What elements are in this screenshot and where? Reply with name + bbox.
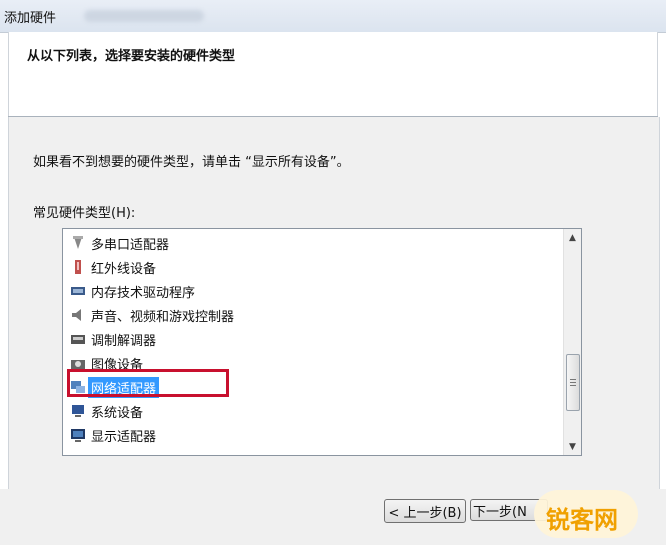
system-icon: [69, 402, 87, 420]
network-icon: [69, 378, 87, 396]
list-item-label: 调制解调器: [91, 333, 157, 349]
list-item-memory[interactable]: 内存技术驱动程序: [69, 280, 195, 302]
camera-icon: [69, 354, 87, 372]
list-item-label: 声音、视频和游戏控制器: [91, 309, 235, 325]
hardware-type-list[interactable]: 多串口适配器 红外线设备 内存技术驱动程序 声音、视频和游戏控制器 调制解调器: [62, 228, 582, 456]
scroll-up-icon[interactable]: ▲: [564, 229, 581, 246]
list-item-modem[interactable]: 调制解调器: [69, 328, 156, 350]
list-item-multiport[interactable]: 多串口适配器: [69, 232, 169, 254]
scroll-down-icon[interactable]: ▼: [564, 438, 581, 455]
modem-icon: [69, 330, 87, 348]
scroll-thumb[interactable]: [566, 354, 580, 411]
list-item-network-adapter[interactable]: 网络适配器: [69, 376, 160, 398]
list-item-sound[interactable]: 声音、视频和游戏控制器: [69, 304, 234, 326]
title-bar: 添加硬件: [0, 0, 666, 33]
multiport-icon: [69, 234, 87, 252]
list-item-label: 网络适配器: [88, 376, 160, 398]
list-item-label: 系统设备: [91, 405, 144, 421]
list-item-label: 显示适配器: [91, 429, 157, 445]
list-item-camera[interactable]: 图像设备: [69, 352, 143, 374]
list-item-display[interactable]: 显示适配器: [69, 424, 156, 446]
page-title: 从以下列表，选择要安装的硬件类型: [27, 49, 236, 64]
content-panel: 如果看不到想要的硬件类型，请单击 “显示所有设备”。 常见硬件类型(H): 多串…: [8, 117, 660, 489]
back-button[interactable]: < 上一步(B): [384, 499, 466, 523]
list-item-label: 内存技术驱动程序: [91, 285, 196, 301]
list-item-infrared[interactable]: 红外线设备: [69, 256, 156, 278]
sound-icon: [69, 306, 87, 324]
list-item-label: 红外线设备: [91, 261, 157, 277]
list-item-label: 图像设备: [91, 357, 144, 373]
list-item-system[interactable]: 系统设备: [69, 400, 143, 422]
window-title: 添加硬件: [4, 11, 57, 26]
blurred-title-area: [84, 10, 204, 22]
display-icon: [69, 426, 87, 444]
instruction-text: 如果看不到想要的硬件类型，请单击 “显示所有设备”。: [33, 155, 350, 170]
memory-icon: [69, 282, 87, 300]
infrared-icon: [69, 258, 87, 276]
vertical-scrollbar[interactable]: ▲ ▼: [563, 229, 581, 455]
hardware-list-label: 常见硬件类型(H):: [33, 206, 136, 221]
watermark-text: 锐客网: [546, 506, 618, 534]
list-item-label: 多串口适配器: [91, 237, 170, 253]
header-panel: 从以下列表，选择要安装的硬件类型: [8, 32, 658, 116]
